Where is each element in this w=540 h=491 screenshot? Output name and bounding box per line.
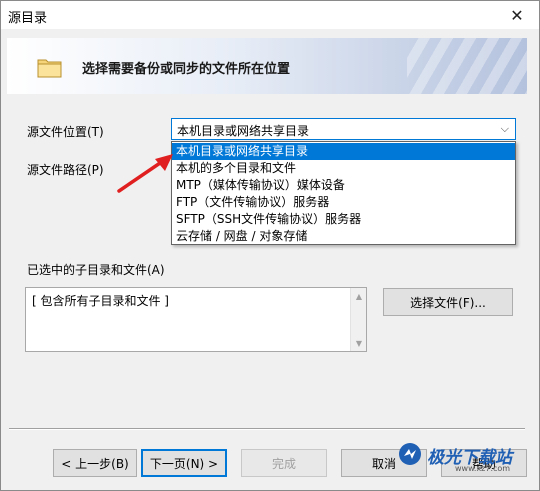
close-icon[interactable]: ✕: [495, 1, 539, 29]
banner-heading: 选择需要备份或同步的文件所在位置: [82, 62, 291, 77]
folder-icon: [37, 59, 62, 78]
watermark-logo: 极光下载站 www.xz7.com: [397, 441, 533, 473]
back-button[interactable]: < 上一步(B): [53, 449, 137, 477]
bottom-divider: [9, 428, 525, 430]
scroll-up-icon[interactable]: ▲: [351, 288, 367, 304]
banner-decoration: [407, 38, 527, 94]
header-banner: 选择需要备份或同步的文件所在位置: [7, 38, 527, 94]
source-location-label: 源文件位置(T): [27, 125, 104, 139]
dropdown-option[interactable]: 本机目录或网络共享目录: [172, 143, 515, 160]
dropdown-option[interactable]: 云存储 / 网盘 / 对象存储: [172, 228, 515, 245]
dropdown-option[interactable]: 本机的多个目录和文件: [172, 160, 515, 177]
dropdown-option[interactable]: MTP（媒体传输协议）媒体设备: [172, 177, 515, 194]
dropdown-option[interactable]: SFTP（SSH文件传输协议）服务器: [172, 211, 515, 228]
scroll-down-icon[interactable]: ▼: [351, 335, 367, 351]
select-files-button[interactable]: 选择文件(F)...: [383, 288, 513, 316]
source-path-label: 源文件路径(P): [27, 163, 104, 177]
title-bar: 源目录 ✕: [1, 1, 539, 29]
watermark-logo-icon: [399, 443, 421, 465]
list-item[interactable]: [ 包含所有子目录和文件 ]: [32, 292, 169, 309]
source-location-dropdown: 本机目录或网络共享目录 本机的多个目录和文件 MTP（媒体传输协议）媒体设备 F…: [171, 141, 516, 245]
dropdown-option[interactable]: FTP（文件传输协议）服务器: [172, 194, 515, 211]
source-location-value: 本机目录或网络共享目录: [177, 124, 310, 138]
dialog-window: 源目录 ✕ 选择需要备份或同步的文件所在位置 源文件位置(T) 本机目录或网络共…: [0, 0, 540, 491]
window-title: 源目录: [8, 11, 48, 26]
source-location-select[interactable]: 本机目录或网络共享目录 ⌵: [171, 118, 516, 140]
chevron-down-icon[interactable]: ⌵: [501, 122, 509, 136]
red-arrow-icon: [117, 154, 173, 193]
finish-button[interactable]: 完成: [241, 449, 327, 477]
vertical-scrollbar[interactable]: ▲ ▼: [350, 288, 366, 351]
next-button[interactable]: 下一页(N) >: [141, 449, 227, 477]
selected-items-label: 已选中的子目录和文件(A): [27, 263, 165, 277]
selected-items-list[interactable]: [ 包含所有子目录和文件 ] ▲ ▼: [25, 287, 367, 352]
watermark-url: www.xz7.com: [455, 464, 511, 473]
